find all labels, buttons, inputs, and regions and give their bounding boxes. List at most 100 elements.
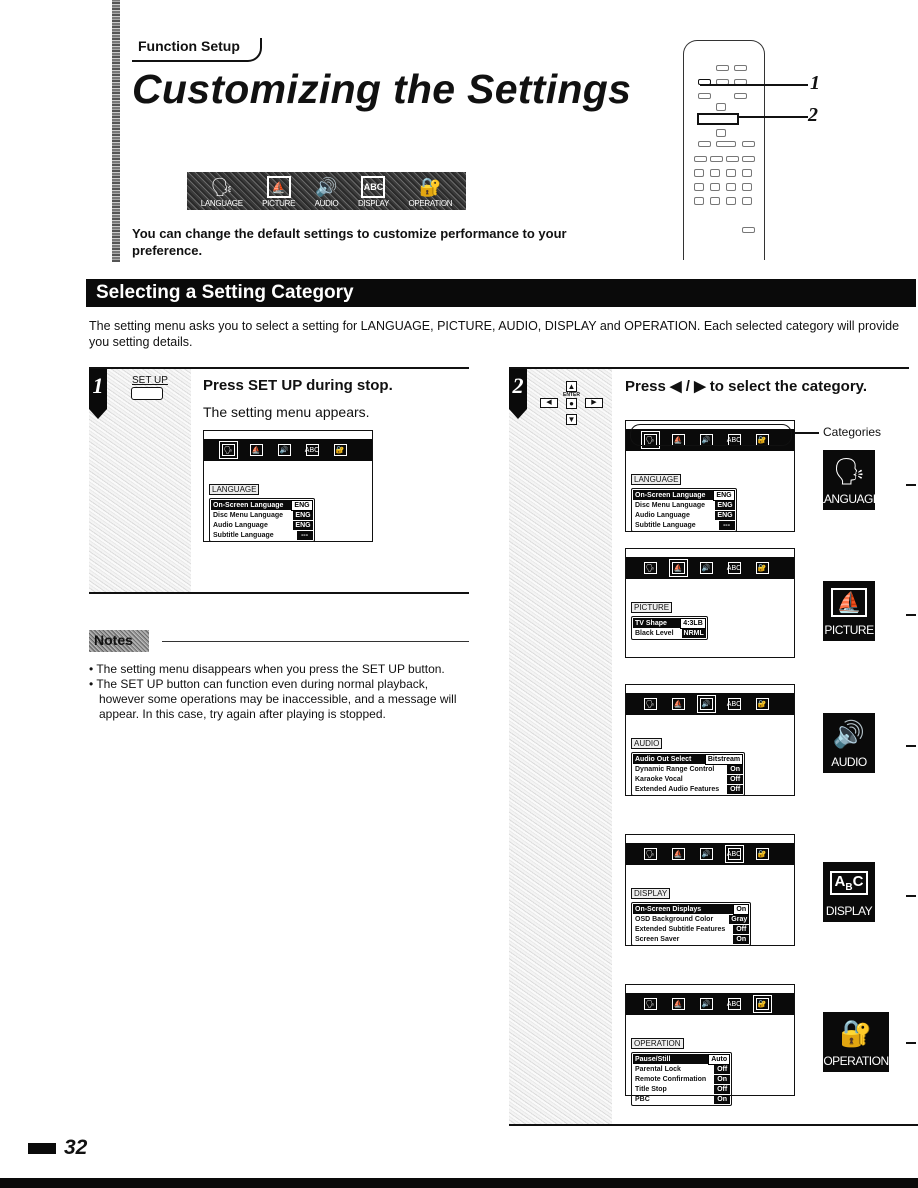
speaking-head-icon: 🗣 [832,455,866,486]
setup-menu-display: 🗣 ⛵ 🔊 ABC 🔐 DISPLAY On-Screen Displays On OSD Ba… [625,834,795,946]
setting-value: NRML [681,628,706,638]
remote-button [694,156,707,162]
menu-setting-row[interactable]: Audio Language ENG [211,520,313,530]
lock-key-icon[interactable]: 🔐 [755,562,769,574]
number-button [742,197,752,205]
remote-control-illustration [683,40,765,260]
speaking-head-icon[interactable]: 🗣 [218,441,238,459]
setting-name: Parental Lock [635,1065,681,1073]
categories-pointer-line [795,432,819,434]
lr-arrow-buttons-highlight [697,113,739,125]
speaker-icon[interactable]: 🔊 [699,848,713,860]
speaking-head-icon: 🗣 [210,176,234,197]
menu-setting-row[interactable]: Pause/Still Auto [633,1053,731,1065]
menu-setting-row[interactable]: PBC On [633,1094,731,1104]
step2-number: 2 [509,369,527,419]
setting-name: Karaoke Vocal [635,775,683,783]
lock-key-icon[interactable]: 🔐 [755,848,769,860]
sailboat-picture-icon[interactable]: ⛵ [668,559,688,577]
sailboat-picture-icon: ⛵ [266,176,291,198]
remote-button [716,65,729,71]
menu-setting-row[interactable]: Disc Menu Language ENG [211,510,313,520]
number-button [710,183,720,191]
category-tick [906,1042,916,1044]
menu-setting-row[interactable]: Extended Audio Features Off [633,784,744,794]
menu-setting-row[interactable]: Remote Confirmation On [633,1074,731,1084]
remote-button [698,141,711,147]
menu-setting-row[interactable]: Audio Out Select Bitstream [633,753,744,765]
speaking-head-icon[interactable]: 🗣 [643,698,657,710]
up-arrow-button-graphic [716,103,726,111]
number-button [742,169,752,177]
number-button [726,169,736,177]
abc-monitor-icon[interactable]: ABC [727,698,741,710]
setting-value: ENG [293,510,313,520]
right-arrow-button: ▶ [585,398,603,408]
intro-text: You can change the default settings to c… [132,226,567,258]
speaker-icon[interactable]: 🔊 [696,695,716,713]
speaker-icon[interactable]: 🔊 [699,562,713,574]
speaking-head-icon[interactable]: 🗣 [643,998,657,1010]
setting-value: Off [727,784,744,794]
menu-setting-row[interactable]: Extended Subtitle Features Off [633,924,750,934]
setting-value: On [714,1074,731,1084]
menu-setting-row[interactable]: Screen Saver On [633,934,750,944]
sailboat-picture-icon[interactable]: ⛵ [671,698,685,710]
abc-monitor-icon[interactable]: ABC [305,444,319,456]
speaker-icon[interactable]: 🔊 [277,444,291,456]
menu-setting-row[interactable]: Title Stop Off [633,1084,731,1094]
menu-setting-row[interactable]: Black Level NRML [633,628,706,638]
setting-name: Audio Language [635,511,690,519]
menu-setting-row[interactable]: On-Screen Language ENG [211,499,313,511]
setting-name: On-Screen Language [635,491,706,499]
sailboat-picture-icon[interactable]: ⛵ [671,998,685,1010]
setup-menu-language-step1: 🗣 ⛵ 🔊 ABC 🔐 LANGUAGE On-Screen Language ENG Disc… [203,430,373,542]
menu-setting-row[interactable]: Subtitle Language --- [633,520,735,530]
menu-setting-row[interactable]: Disc Menu Language ENG [633,500,735,510]
section-heading: Selecting a Setting Category [86,279,916,307]
menu-setting-row[interactable]: Dynamic Range Control On [633,764,744,774]
strip-label: AUDIO [314,199,339,208]
menu-setting-row[interactable]: On-Screen Displays On [633,903,750,915]
menu-setting-row[interactable]: On-Screen Language ENG [633,489,735,501]
abc-monitor-icon[interactable]: ABC [727,562,741,574]
menu-setting-row[interactable]: Audio Language ENG [633,510,735,520]
lock-key-icon[interactable]: 🔐 [752,995,772,1013]
strip-label: LANGUAGE [200,199,243,208]
step1-heading: Press SET UP during stop. [203,377,393,394]
setting-name: Pause/Still [635,1055,671,1063]
menu-setting-row[interactable]: OSD Background Color Gray [633,914,750,924]
callout-line-2 [738,116,808,118]
section-tag: Function Setup [138,38,240,54]
setting-name: Remote Confirmation [635,1075,707,1083]
number-button [742,183,752,191]
menu-setting-row[interactable]: Subtitle Language --- [211,530,313,540]
speaker-icon: 🔊 [315,176,338,197]
category-tick [906,614,916,616]
setting-value: Off [714,1064,731,1074]
speaker-icon[interactable]: 🔊 [699,998,713,1010]
lock-key-icon: 🔐 [839,1017,873,1048]
category-box-label: OPERATION [823,1054,889,1068]
lock-key-icon[interactable]: 🔐 [333,444,347,456]
menu-setting-row[interactable]: Karaoke Vocal Off [633,774,744,784]
menu-setting-row[interactable]: TV Shape 4:3LB [633,617,706,629]
left-arrow-button: ◀ [540,398,558,408]
sailboat-picture-icon[interactable]: ⛵ [249,444,263,456]
setup-button-label: SET UP [132,375,168,386]
header-stripe-decoration [112,0,120,262]
setting-name: TV Shape [635,619,667,627]
speaking-head-icon[interactable]: 🗣 [643,562,657,574]
menu-setting-row[interactable]: Parental Lock Off [633,1064,731,1074]
abc-monitor-icon[interactable]: ABC [724,845,744,863]
strip-item-audio: 🔊 AUDIO [314,176,339,209]
abc-monitor-icon: ABC [829,862,869,904]
speaking-head-icon[interactable]: 🗣 [643,848,657,860]
sailboat-picture-icon[interactable]: ⛵ [671,848,685,860]
lock-key-icon[interactable]: 🔐 [755,698,769,710]
setting-name: Extended Audio Features [635,785,720,793]
category-box-display: ABC DISPLAY [823,862,875,922]
category-box-label: AUDIO [831,755,867,769]
abc-monitor-icon[interactable]: ABC [727,998,741,1010]
step1-bottom-rule [89,592,469,594]
